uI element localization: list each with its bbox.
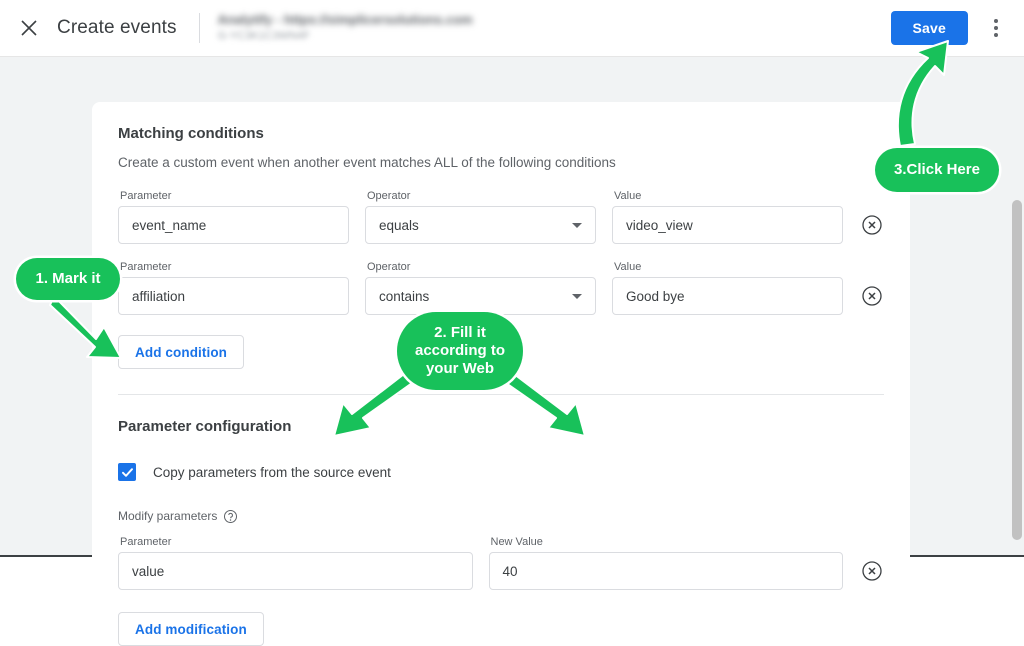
condition-parameter-label: Parameter — [118, 260, 349, 274]
annotation-click-here: 3.Click Here — [875, 148, 999, 192]
condition-operator-field: Operator contains — [365, 260, 596, 315]
modification-parameter-field: Parameter value — [118, 535, 473, 590]
section-divider — [118, 394, 884, 395]
condition-operator-select[interactable]: equals — [365, 206, 596, 244]
chevron-down-icon — [572, 294, 582, 299]
modification-row: Parameter value New Value 40 — [118, 535, 884, 590]
add-condition-button[interactable]: Add condition — [118, 335, 244, 369]
modification-parameter-input[interactable]: value — [118, 552, 473, 590]
modification-new-value-input[interactable]: 40 — [489, 552, 844, 590]
close-button[interactable] — [9, 8, 49, 48]
topbar-divider — [199, 13, 200, 43]
modification-new-value-field: New Value 40 — [489, 535, 844, 590]
topbar-actions: Save — [891, 10, 1024, 46]
property-id: G-YC3K1C3WN4F — [218, 29, 473, 44]
add-modification-button[interactable]: Add modification — [118, 612, 264, 646]
annotation-mark-it-label: 1. Mark it — [16, 258, 120, 300]
condition-operator-label: Operator — [365, 189, 596, 203]
copy-parameters-checkbox[interactable] — [118, 463, 136, 481]
annotation-mark-it: 1. Mark it — [16, 258, 120, 300]
annotation-click-here-label: 3.Click Here — [875, 148, 999, 192]
annotation-fill-it-label: 2. Fill it according to your Web — [397, 312, 523, 390]
condition-value-field: Value Good bye — [612, 260, 843, 315]
remove-circle-icon — [860, 284, 884, 308]
matching-conditions-subtitle: Create a custom event when another event… — [118, 153, 884, 173]
copy-parameters-label: Copy parameters from the source event — [153, 465, 391, 480]
remove-condition-button[interactable] — [860, 213, 884, 237]
condition-operator-select[interactable]: contains — [365, 277, 596, 315]
page-title: Create events — [57, 17, 177, 39]
parameter-configuration-title: Parameter configuration — [118, 417, 884, 437]
more-vert-icon-dot — [994, 26, 998, 30]
condition-operator-label: Operator — [365, 260, 596, 274]
condition-parameter-input[interactable]: affiliation — [118, 277, 349, 315]
close-icon — [19, 18, 39, 38]
condition-operator-value: contains — [379, 289, 429, 304]
modification-new-value-label: New Value — [489, 535, 844, 549]
matching-conditions-title: Matching conditions — [118, 124, 884, 144]
condition-parameter-field: Parameter event_name — [118, 189, 349, 244]
modify-parameters-row: Modify parameters — [118, 509, 884, 523]
more-options-button[interactable] — [978, 10, 1014, 46]
condition-parameter-label: Parameter — [118, 189, 349, 203]
condition-row: Parameter affiliation Operator contains … — [118, 260, 884, 315]
condition-operator-field: Operator equals — [365, 189, 596, 244]
top-app-bar: Create events Analytify - https://simpli… — [0, 0, 1024, 57]
chevron-down-icon — [572, 223, 582, 228]
more-vert-icon-dot — [994, 33, 998, 37]
annotation-fill-it: 2. Fill it according to your Web — [397, 312, 523, 390]
condition-value-input[interactable]: video_view — [612, 206, 843, 244]
condition-parameter-field: Parameter affiliation — [118, 260, 349, 315]
remove-circle-icon — [860, 213, 884, 237]
remove-condition-button[interactable] — [860, 284, 884, 308]
save-button[interactable]: Save — [891, 11, 969, 45]
property-name: Analytify - https://simplicersolutions.c… — [218, 12, 473, 28]
condition-operator-value: equals — [379, 218, 419, 233]
modification-parameter-label: Parameter — [118, 535, 473, 549]
more-vert-icon-dot — [994, 19, 998, 23]
condition-value-label: Value — [612, 260, 843, 274]
remove-circle-icon — [860, 559, 884, 583]
property-selector[interactable]: Analytify - https://simplicersolutions.c… — [218, 8, 473, 48]
scrollbar-thumb[interactable] — [1012, 200, 1022, 540]
checkmark-icon — [121, 466, 134, 479]
condition-value-label: Value — [612, 189, 843, 203]
condition-row: Parameter event_name Operator equals Val… — [118, 189, 884, 244]
help-icon[interactable] — [224, 510, 237, 523]
remove-modification-button[interactable] — [860, 559, 884, 583]
condition-value-input[interactable]: Good bye — [612, 277, 843, 315]
copy-parameters-row: Copy parameters from the source event — [118, 463, 884, 481]
modify-parameters-label: Modify parameters — [118, 509, 217, 523]
condition-parameter-input[interactable]: event_name — [118, 206, 349, 244]
condition-value-field: Value video_view — [612, 189, 843, 244]
